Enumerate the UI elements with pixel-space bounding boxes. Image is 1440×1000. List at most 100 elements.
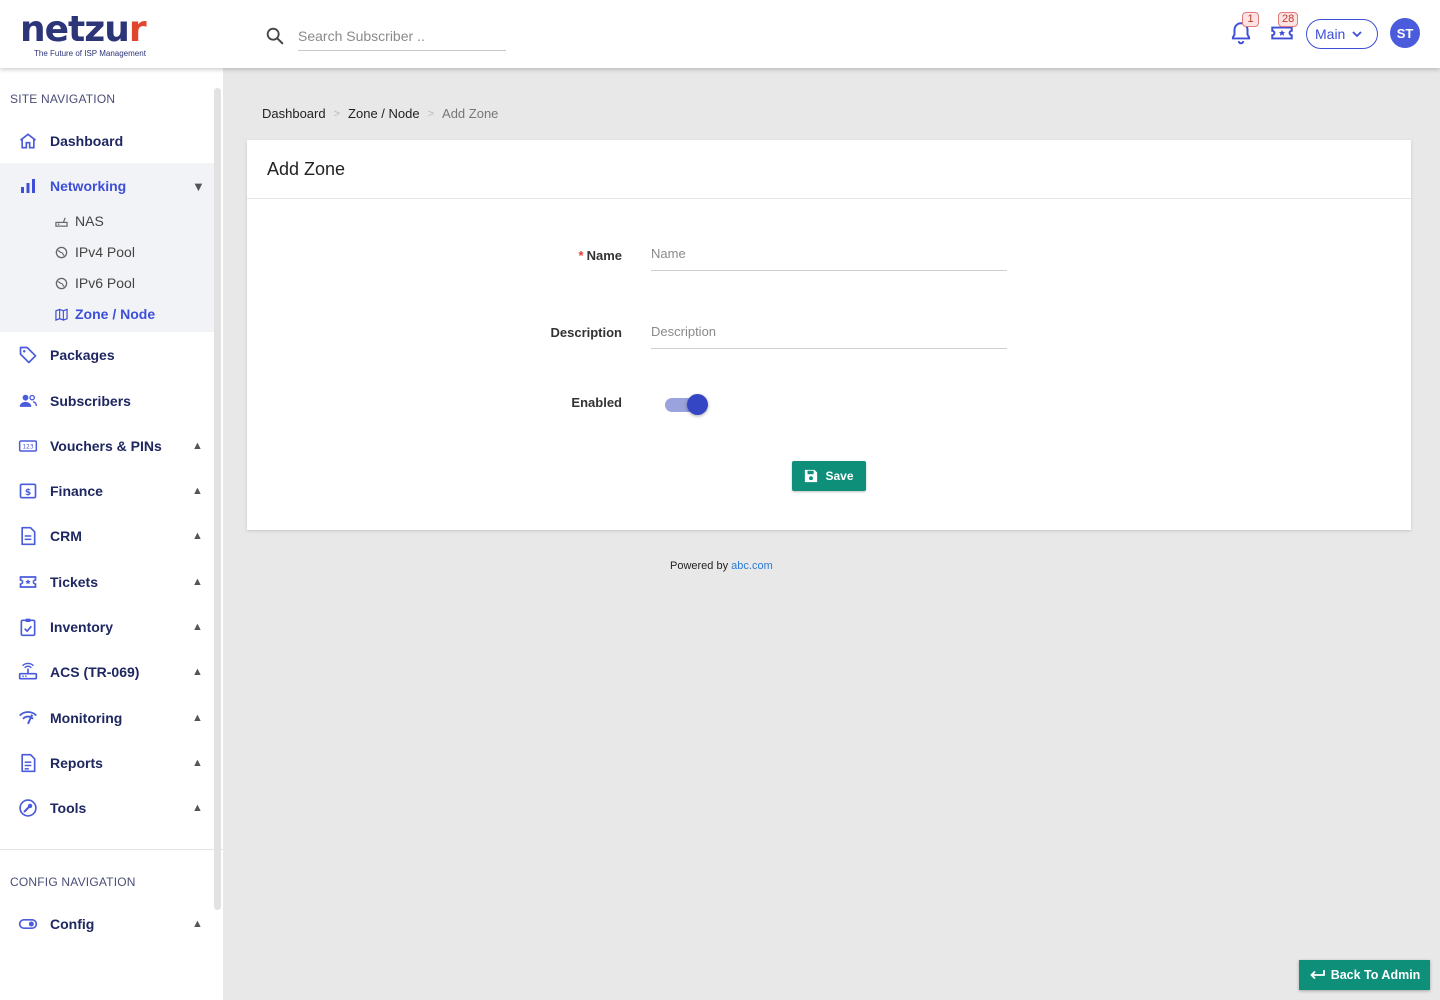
sidebar-divider xyxy=(0,849,223,850)
search-input[interactable] xyxy=(298,22,506,51)
sidebar-scrollbar[interactable] xyxy=(214,88,221,910)
notifications-button[interactable]: 1 xyxy=(1228,12,1259,46)
router-icon xyxy=(17,661,39,683)
sidebar-subitem-ipv4-pool[interactable]: IPv4 Pool xyxy=(0,238,214,266)
sidebar-item-label: Vouchers & PINs xyxy=(50,438,162,454)
sidebar-subitem-zone-node[interactable]: Zone / Node xyxy=(0,300,214,328)
sidebar-item-label: Inventory xyxy=(50,619,114,635)
footer: Powered by abc.com xyxy=(670,560,773,572)
tickets-badge: 28 xyxy=(1278,12,1299,27)
sidebar-item-monitoring[interactable]: Monitoring ▲ xyxy=(0,698,214,738)
logo-wordmark: netzur xyxy=(20,9,147,50)
sidebar: SITE NAVIGATION Dashboard Networking ▼ N… xyxy=(0,68,223,1000)
sidebar-item-vouchers[interactable]: 123 Vouchers & PINs ▲ xyxy=(0,426,214,466)
sidebar-item-tools[interactable]: Tools ▲ xyxy=(0,788,214,828)
footer-link[interactable]: abc.com xyxy=(731,560,773,572)
config-nav-heading: CONFIG NAVIGATION xyxy=(10,875,136,889)
caret-up-icon[interactable]: ▲ xyxy=(192,440,203,452)
logo[interactable]: netzur The Future of ISP Management xyxy=(20,12,170,60)
chevron-down-icon xyxy=(1352,31,1362,38)
tag-icon xyxy=(17,344,39,366)
tickets-button[interactable]: 28 xyxy=(1269,12,1299,46)
ticket-icon xyxy=(17,571,39,593)
avatar[interactable]: ST xyxy=(1390,18,1420,48)
sidebar-item-label: Config xyxy=(50,916,95,932)
users-icon xyxy=(17,390,39,412)
sidebar-item-tickets[interactable]: Tickets ▲ xyxy=(0,562,214,602)
caret-down-icon[interactable]: ▼ xyxy=(192,179,205,194)
sidebar-item-label: Tickets xyxy=(50,574,98,590)
svg-text:123: 123 xyxy=(22,445,33,451)
sidebar-item-acs[interactable]: ACS (TR-069) ▲ xyxy=(0,652,214,692)
sidebar-item-networking[interactable]: Networking ▼ xyxy=(0,166,214,206)
add-zone-card: Add Zone *Name Description Enabled Save xyxy=(247,140,1411,530)
name-field[interactable] xyxy=(651,237,1007,271)
sidebar-subitem-nas[interactable]: NAS xyxy=(0,207,214,235)
breadcrumb: Dashboard > Zone / Node > Add Zone xyxy=(262,106,498,121)
sidebar-item-dashboard[interactable]: Dashboard xyxy=(0,121,214,161)
document-icon xyxy=(17,525,39,547)
sidebar-item-label: Subscribers xyxy=(50,393,131,409)
page-title: Add Zone xyxy=(267,159,346,179)
sidebar-item-finance[interactable]: $ Finance ▲ xyxy=(0,471,214,511)
sidebar-item-label: ACS (TR-069) xyxy=(50,664,140,680)
search-icon[interactable] xyxy=(264,25,286,47)
breadcrumb-zone-node[interactable]: Zone / Node xyxy=(348,106,420,121)
breadcrumb-current: Add Zone xyxy=(442,106,499,121)
workspace-label: Main xyxy=(1315,26,1346,42)
toggle-icon xyxy=(17,913,39,935)
signal-icon xyxy=(17,707,39,729)
sidebar-subitem-label: IPv4 Pool xyxy=(75,244,135,260)
caret-up-icon[interactable]: ▲ xyxy=(192,666,203,678)
sidebar-item-label: Dashboard xyxy=(50,133,124,149)
home-icon xyxy=(17,130,39,152)
sidebar-item-label: Reports xyxy=(50,755,103,771)
report-icon xyxy=(17,752,39,774)
sidebar-item-label: CRM xyxy=(50,528,82,544)
breadcrumb-dashboard[interactable]: Dashboard xyxy=(262,106,326,121)
workspace-select[interactable]: Main xyxy=(1306,19,1378,49)
save-icon xyxy=(805,469,818,483)
sidebar-item-crm[interactable]: CRM ▲ xyxy=(0,516,214,556)
sidebar-item-config[interactable]: Config ▲ xyxy=(0,904,214,944)
sidebar-item-label: Monitoring xyxy=(50,710,123,726)
dollar-icon: $ xyxy=(17,480,39,502)
sidebar-subitem-label: IPv6 Pool xyxy=(75,275,135,291)
caret-up-icon[interactable]: ▲ xyxy=(192,918,203,930)
caret-up-icon[interactable]: ▲ xyxy=(192,712,203,724)
sidebar-subitem-label: NAS xyxy=(75,213,104,229)
name-label: * Name xyxy=(578,248,622,263)
save-button[interactable]: Save xyxy=(792,461,866,491)
sidebar-subitem-ipv6-pool[interactable]: IPv6 Pool xyxy=(0,269,214,297)
router-small-icon xyxy=(54,214,68,228)
caret-up-icon[interactable]: ▲ xyxy=(192,576,203,588)
sidebar-item-label: Tools xyxy=(50,800,87,816)
caret-up-icon[interactable]: ▲ xyxy=(192,621,203,633)
description-label: Description xyxy=(550,325,622,340)
svg-text:$: $ xyxy=(25,487,31,498)
search-bar xyxy=(264,22,506,51)
save-button-label: Save xyxy=(825,469,854,483)
bar-chart-icon xyxy=(17,175,39,197)
sidebar-item-inventory[interactable]: Inventory ▲ xyxy=(0,607,214,647)
top-header: netzur The Future of ISP Management 1 28… xyxy=(0,0,1440,68)
notifications-badge: 1 xyxy=(1242,12,1259,27)
caret-up-icon[interactable]: ▲ xyxy=(192,802,203,814)
return-arrow-icon xyxy=(1309,970,1325,980)
globe-icon xyxy=(54,276,68,290)
sidebar-item-reports[interactable]: Reports ▲ xyxy=(0,743,214,783)
description-field[interactable] xyxy=(651,315,1007,349)
required-mark: * xyxy=(578,248,584,263)
site-nav-heading: SITE NAVIGATION xyxy=(10,92,116,106)
sidebar-item-label: Networking xyxy=(50,178,127,194)
enabled-toggle[interactable] xyxy=(665,394,711,416)
caret-up-icon[interactable]: ▲ xyxy=(192,757,203,769)
sidebar-item-packages[interactable]: Packages xyxy=(0,335,214,375)
logo-tagline: The Future of ISP Management xyxy=(34,49,146,58)
numbers-icon: 123 xyxy=(17,435,39,457)
sidebar-item-subscribers[interactable]: Subscribers xyxy=(0,381,214,421)
footer-powered-by: Powered by xyxy=(670,560,729,572)
back-to-admin-button[interactable]: Back To Admin xyxy=(1299,960,1430,990)
caret-up-icon[interactable]: ▲ xyxy=(192,485,203,497)
caret-up-icon[interactable]: ▲ xyxy=(192,530,203,542)
